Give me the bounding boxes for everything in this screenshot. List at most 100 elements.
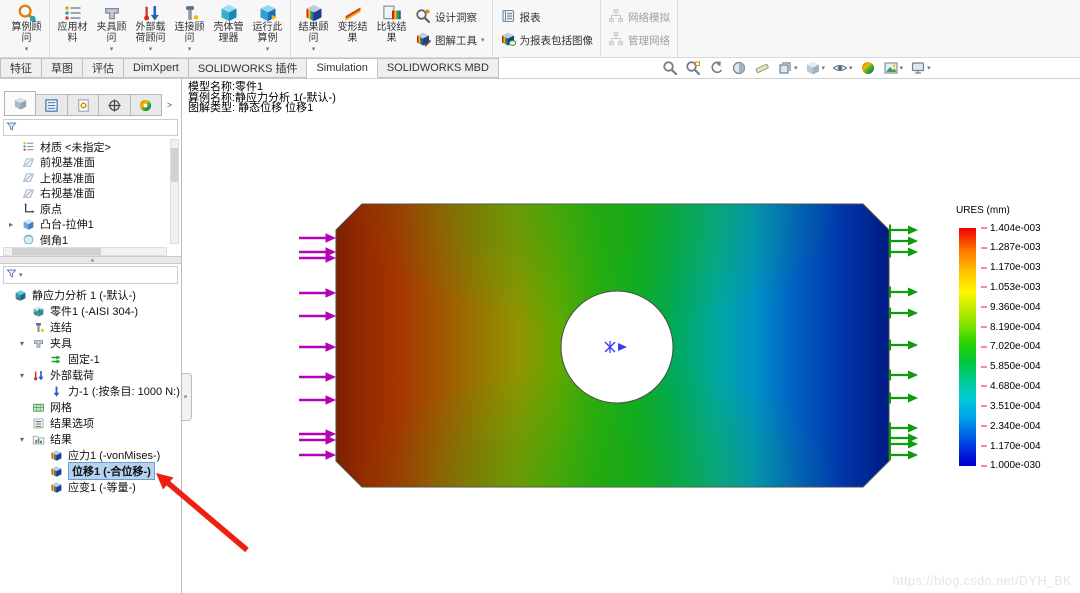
material-icon [22,140,36,153]
tree-item-static-study[interactable]: 静应力分析 1 (-默认-) [2,287,181,303]
expand-arrow-icon[interactable]: ▾ [20,371,24,380]
dropdown-caret-icon[interactable]: ▾ [188,46,192,55]
scrollbar-thumb[interactable] [12,248,101,255]
legend-tick [981,465,987,467]
plot-annotation: 模型名称:零件1 算例名称:静应力分析 1(-默认-) 图解类型: 静态位移 位… [188,82,336,114]
dropdown-caret-icon[interactable]: ▾ [19,271,23,279]
hide-show-items-icon[interactable]: ▾ [832,60,853,76]
ribbon-button-external-loads-advisor[interactable]: 外部载荷顾问▾ [131,2,170,55]
tab-solidworks-mbd[interactable]: SOLIDWORKS MBD [378,58,499,78]
ribbon-button-label: 连接顾问 [170,23,209,45]
expand-arrow-icon[interactable]: ▾ [20,435,24,444]
manager-tab-part-tab[interactable] [4,91,36,116]
dropdown-caret-icon[interactable]: ▾ [149,46,153,55]
dropdown-caret-icon[interactable]: ▾ [794,64,798,72]
tree-item-external-loads[interactable]: ▾外部载荷 [2,367,181,383]
tree-item-force-1[interactable]: 力-1 (:按条目: 1000 N:) [2,383,181,399]
zoom-to-area-icon[interactable] [685,60,701,76]
manager-tab-display-manager[interactable] [131,94,162,116]
edit-appearance-icon[interactable] [860,60,876,76]
tree-item-strain1[interactable]: 应变1 (-等量-) [2,479,181,495]
manager-tab-property[interactable] [68,94,99,116]
section-view-icon[interactable] [731,60,747,76]
fea-model[interactable] [289,195,929,500]
ribbon-button-report[interactable]: 报表 [500,8,594,27]
ribbon-button-connections-advisor[interactable]: 连接顾问▾ [170,2,209,55]
model-hole[interactable] [561,291,673,403]
fixture-arrow [890,393,918,404]
tree-item-origin[interactable]: 原点 [2,201,169,217]
fixture-arrow [890,340,918,351]
tree-item-result-options[interactable]: 结果选项 [2,415,181,431]
panel-collapse-handle[interactable] [182,373,192,421]
ribbon-button-deformed-result[interactable]: 变形结果 [333,2,372,55]
ribbon-button-simulate-network[interactable]: 网络模拟 [608,8,670,27]
tree-item-material[interactable]: 材质 <未指定> [2,139,169,155]
view-orientation-icon[interactable]: ▾ [777,60,798,76]
display-style-icon[interactable]: ▾ [805,60,826,76]
ribbon-button-include-image-report[interactable]: 为报表包括图像 [500,31,594,50]
dropdown-caret-icon[interactable]: ▾ [927,64,931,72]
dropdown-caret-icon[interactable]: ▾ [110,46,114,55]
study-tree-filter[interactable]: ▾ [3,266,178,284]
tree-item-front-plane[interactable]: 前视基准面 [2,155,169,171]
dropdown-caret-icon[interactable]: ▾ [481,36,485,44]
dropdown-caret-icon[interactable]: ▾ [822,64,826,72]
tab-simulation[interactable]: Simulation [307,58,377,78]
panel-splitter[interactable] [0,256,181,264]
tree-item-fixtures[interactable]: ▾夹具 [2,335,181,351]
tree-item-chamfer1[interactable]: 倒角1 [2,232,169,248]
horizontal-scrollbar[interactable] [3,247,167,256]
ribbon-button-shell-manager[interactable]: 壳体管理器 [209,2,248,55]
ribbon-button-design-insight[interactable]: 设计洞察 [415,8,485,27]
ribbon-button-manage-network[interactable]: 管理网络 [608,31,670,50]
legend-value: 5.850e-004 [981,361,1041,372]
tree-item-results[interactable]: ▾ 结果 [2,431,181,447]
tree-item-connections[interactable]: 连结 [2,319,181,335]
vertical-scrollbar[interactable] [170,139,179,244]
tree-item-right-plane[interactable]: 右视基准面 [2,186,169,202]
manager-tab-dimxpert-manager[interactable] [99,94,130,116]
graphics-area[interactable]: 模型名称:零件1 算例名称:静应力分析 1(-默认-) 图解类型: 静态位移 位… [182,79,1080,593]
dropdown-caret-icon[interactable]: ▾ [266,46,270,55]
apply-scene-icon[interactable]: ▾ [883,60,904,76]
tree-item-displacement1[interactable]: 位移1 (-合位移-) [2,463,181,479]
tree-item-label: 结果选项 [50,415,94,431]
tree-item-boss-extrude1[interactable]: ▸凸台-拉伸1 [2,217,169,233]
dropdown-caret-icon[interactable]: ▾ [849,64,853,72]
dropdown-caret-icon[interactable]: ▾ [25,46,29,55]
ribbon-button-apply-material[interactable]: 应用材料 [53,2,92,55]
ribbon-button-results-advisor[interactable]: 结果顾问▾ [294,2,333,55]
tree-item-mesh[interactable]: 网格 [2,399,181,415]
scrollbar-thumb[interactable] [171,148,178,182]
ribbon-button-plot-tools[interactable]: 图解工具▾ [415,31,485,50]
tree-item-top-plane[interactable]: 上视基准面 [2,170,169,186]
tree-item-part1[interactable]: 零件1 (-AISI 304-) [2,303,181,319]
tree-item-stress1[interactable]: 应力1 (-vonMises-) [2,447,181,463]
dropdown-caret-icon[interactable]: ▾ [312,46,316,55]
main-area: > 材质 <未指定>前视基准面上视基准面右视基准面原点▸凸台-拉伸1倒角1 ▾ … [0,79,1080,593]
tab-dimxpert[interactable]: DimXpert [124,58,189,78]
feature-tree-filter[interactable] [3,119,178,136]
ribbon-button-compare-results[interactable]: 比较结果 [372,2,411,55]
tab-solidworks-addins[interactable]: SOLIDWORKS 插件 [189,58,308,78]
zoom-to-fit-icon[interactable] [662,60,678,76]
ribbon-button-study-advisor[interactable]: 算例顾问▾ [7,2,46,55]
tree-item-fixed-1[interactable]: 固定-1 [2,351,181,367]
manager-tab-feature-tree[interactable] [36,94,67,116]
ribbon-button-fixtures-advisor[interactable]: 夹具顾问▾ [92,2,131,55]
previous-view-icon[interactable] [708,60,724,76]
ribbon-button-run-study[interactable]: 运行此算例▾ [248,2,287,55]
expand-arrow-icon[interactable]: ▸ [9,220,13,229]
tab-features[interactable]: 特征 [0,58,42,78]
expand-arrow-icon[interactable]: ▾ [20,339,24,348]
manager-tabs-overflow-chevron-icon[interactable]: > [162,100,177,110]
dropdown-caret-icon[interactable]: ▾ [900,64,904,72]
view-settings-icon[interactable]: ▾ [910,60,931,76]
tree-item-label: 结果 [50,431,72,447]
tab-sketch[interactable]: 草图 [42,58,83,78]
tab-evaluate[interactable]: 评估 [83,58,124,78]
measure-icon[interactable] [754,60,770,76]
ribbon-button-label: 结果顾问 [294,23,333,45]
legend-value: 4.680e-004 [981,381,1041,392]
